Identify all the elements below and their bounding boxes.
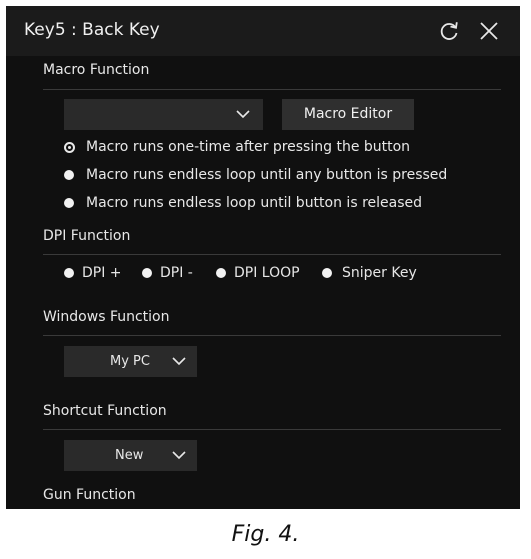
- dpi-divider: [43, 254, 501, 255]
- dpi-option-label: DPI -: [160, 265, 193, 281]
- radio-indicator[interactable]: [322, 268, 332, 278]
- macro-option-label: Macro runs endless loop until button is …: [86, 195, 422, 211]
- chevron-down-icon: [236, 110, 250, 119]
- chevron-down-icon: [172, 451, 186, 460]
- macro-option-label: Macro runs endless loop until any button…: [86, 167, 448, 183]
- shortcut-function-select[interactable]: New: [64, 440, 197, 471]
- windows-function-label: Windows Function: [43, 309, 170, 325]
- macro-editor-button[interactable]: Macro Editor: [282, 99, 414, 130]
- dpi-option-label: DPI LOOP: [234, 265, 300, 281]
- window-title: Key5 : Back Key: [24, 20, 160, 40]
- macro-select[interactable]: [64, 99, 263, 130]
- macro-divider: [43, 89, 501, 90]
- radio-indicator[interactable]: [216, 268, 226, 278]
- radio-indicator[interactable]: [64, 268, 74, 278]
- windows-function-value: My PC: [110, 354, 150, 369]
- radio-indicator[interactable]: [142, 268, 152, 278]
- windows-function-select[interactable]: My PC: [64, 346, 197, 377]
- radio-indicator[interactable]: [64, 198, 74, 208]
- shortcut-function-label: Shortcut Function: [43, 403, 167, 419]
- radio-selected-indicator[interactable]: [64, 142, 75, 153]
- dpi-option-label: Sniper Key: [342, 265, 417, 281]
- windows-divider: [43, 335, 501, 336]
- shortcut-divider: [43, 429, 501, 430]
- gun-function-label: Gun Function: [43, 487, 136, 503]
- chevron-down-icon: [172, 357, 186, 366]
- dpi-option-label: DPI +: [82, 265, 122, 281]
- close-icon[interactable]: [477, 19, 501, 43]
- radio-indicator[interactable]: [64, 170, 74, 180]
- title-bar: Key5 : Back Key: [6, 6, 520, 56]
- figure-caption: Fig. 4.: [231, 522, 300, 547]
- dpi-function-label: DPI Function: [43, 228, 131, 244]
- shortcut-function-value: New: [115, 448, 144, 463]
- macro-function-label: Macro Function: [43, 62, 150, 78]
- macro-option-label: Macro runs one-time after pressing the b…: [86, 139, 411, 155]
- key-assignment-window: Key5 : Back Key Macro Function Macro Edi…: [6, 6, 520, 509]
- refresh-icon[interactable]: [437, 19, 461, 43]
